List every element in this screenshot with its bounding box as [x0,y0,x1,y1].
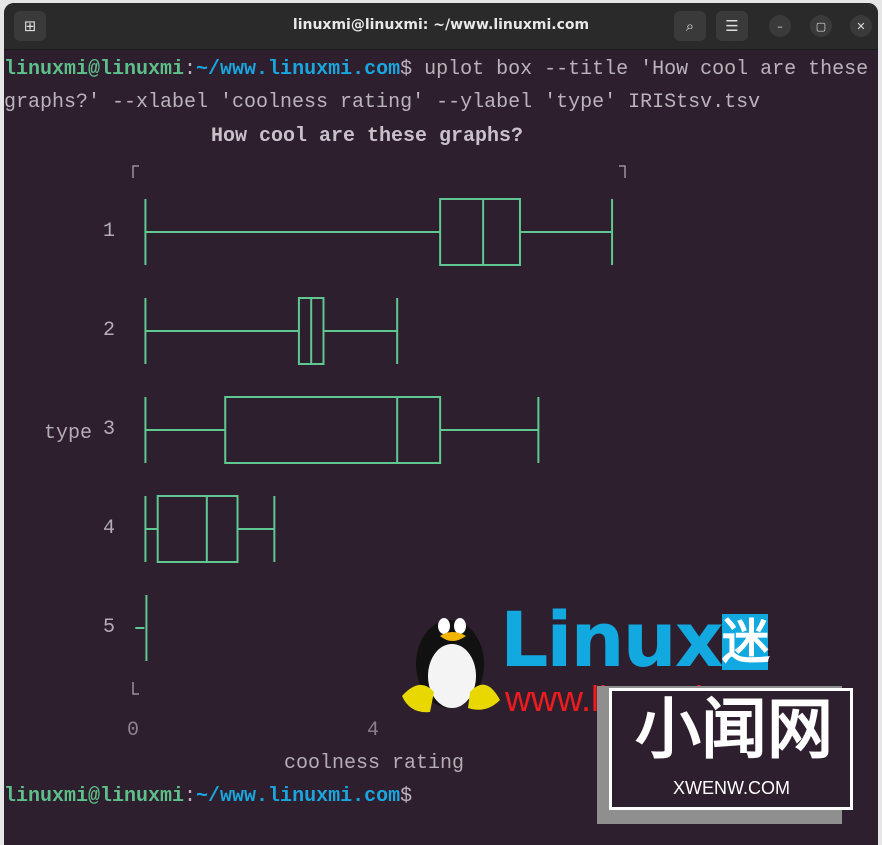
tux-penguin-logo [400,596,500,716]
x-tick-1: 4 [367,719,380,742]
prompt-dollar: $ [400,785,413,808]
prompt-separator: : [184,785,197,808]
y-tick-5: 5 [103,616,116,639]
y-tick-4: 4 [103,517,116,540]
box-3-iqr [224,396,442,464]
prompt-line[interactable]: linuxmi@linuxmi:~/www.linuxmi.com$ [4,785,412,809]
y-tick-3: 3 [103,418,116,441]
frame-top-left [132,165,139,178]
box-4-iqr [156,495,239,563]
x-axis-label: coolness rating [284,752,465,775]
prompt-path: ~/www.linuxmi.com [196,785,401,808]
linuxmi-logo: Linux迷 [500,595,770,684]
y-axis-label: type [44,422,93,445]
xwenw-logo: 小闻网 XWENW.COM [597,686,853,824]
prompt-user: linuxmi@linuxmi [4,785,185,808]
y-tick-2: 2 [103,319,116,342]
y-tick-1: 1 [103,220,116,243]
frame-top-right [619,165,626,178]
box-1-iqr [439,198,521,266]
xwenw-url: XWENW.COM [673,778,790,798]
x-tick-0: 0 [127,719,140,742]
frame-bottom-left [132,682,139,695]
